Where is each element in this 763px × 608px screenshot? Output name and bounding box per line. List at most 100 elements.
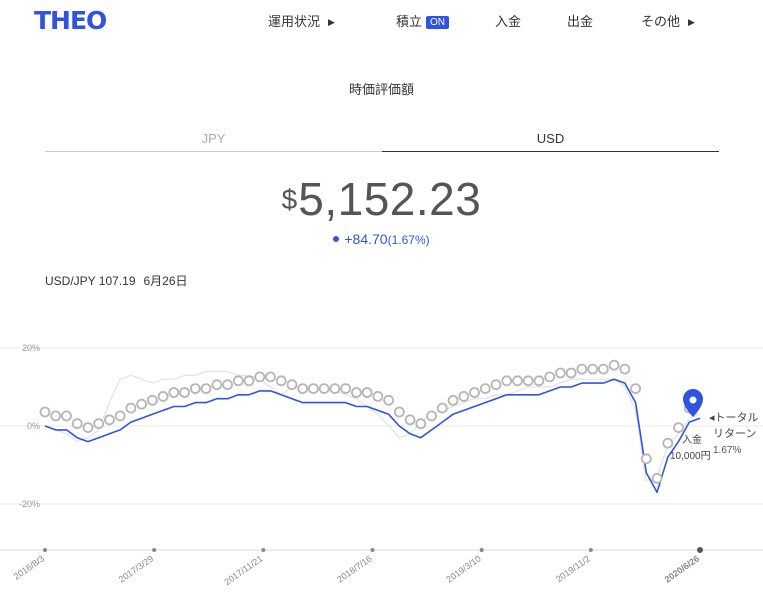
deposit-marker-icon[interactable] [297,383,309,394]
deposit-marker-icon[interactable] [211,379,223,391]
deposit-marker-icon[interactable] [576,363,588,375]
y-tick-label: 0% [27,421,40,431]
deposit-marker-icon[interactable] [275,375,287,387]
deposit-marker-icon[interactable] [104,414,115,426]
deposit-marker-icon[interactable] [189,383,201,394]
deposit-marker-icon[interactable] [597,363,609,375]
deposit-marker-icon[interactable] [50,410,62,422]
deposit-marker-icon[interactable] [61,410,72,422]
performance-chart[interactable]: 20% 0% -20% 2016/8/3 2017/3/29 2017/11/21 201… [0,330,763,608]
deposit-marker-icon[interactable] [179,387,190,398]
x-tick-label: 2016/8/3 [12,553,46,581]
nav-portfolio[interactable]: 運用状況 ▶ [268,11,335,30]
deposit-marker-icon[interactable] [426,410,437,422]
deposit-marker-icon[interactable] [329,383,341,394]
x-tick-label: 2020/6/26 [663,553,702,584]
deposit-marker-icon[interactable] [404,414,416,426]
deposit-marker-icon[interactable] [383,394,395,406]
deposit-marker-icon[interactable] [479,383,491,394]
deposit-marker-icon[interactable] [608,359,620,371]
dot-icon [333,236,340,242]
deposit-marker-icon[interactable] [286,379,298,391]
x-tick-dot [588,548,593,552]
caret-right-icon: ▶ [688,17,695,27]
deposit-marker-icon[interactable] [232,375,244,387]
deposit-marker-icon[interactable] [458,391,470,402]
nav-withdraw[interactable]: 出金 [567,11,593,30]
deposit-marker-icon[interactable] [114,410,126,422]
deposit-marker-icon[interactable] [587,363,599,375]
deposit-marker-icon[interactable] [243,375,255,387]
x-tick-dot [479,548,484,552]
deposit-marker-icon[interactable] [673,422,684,433]
caret-right-icon: ▶ [328,17,335,27]
deposit-marker-icon[interactable] [340,383,352,394]
deposit-marker-icon[interactable] [372,391,384,402]
deposit-marker-icon[interactable] [415,418,427,430]
deposit-marker-icon[interactable] [469,387,480,398]
total-return-value: 1.67% [713,445,741,456]
deposit-marker-icon[interactable] [157,391,169,402]
deposit-marker-icon[interactable] [555,367,566,379]
currency-tabs: JPY USD [45,128,719,152]
valuation-amount: $5,152.23 [0,172,763,226]
deposit-marker-icon[interactable] [39,406,51,418]
x-tick-label: 2017/3/29 [117,553,156,584]
tab-jpy[interactable]: JPY [45,128,382,152]
deposit-marker-icon[interactable] [200,383,212,394]
deposit-marker-icon[interactable] [361,387,373,398]
deposit-marker-icon[interactable] [436,402,448,414]
deposit-marker-icon[interactable] [630,383,641,394]
nav-tsumitate[interactable]: 積立 ON [396,11,450,30]
deposit-marker-icon[interactable] [619,363,631,375]
deposit-marker-icon[interactable] [71,418,83,430]
change-value: +84.70 [344,231,388,247]
deposit-marker-icon[interactable] [350,387,362,398]
status-badge: ON [426,16,450,29]
deposit-marker-icon[interactable] [393,406,405,418]
deposit-marker-icon[interactable] [565,367,577,379]
x-tick-label: 2019/3/10 [444,553,483,584]
x-tick-dot [370,548,375,552]
deposit-marker-icon[interactable] [125,402,137,414]
fx-pair-rate: USD/JPY 107.19 [45,274,136,288]
y-tick-label: -20% [19,499,40,509]
nav-other-label: その他 [641,14,681,29]
deposit-value: 10,000円 [670,451,711,462]
deposit-marker-icon[interactable] [490,379,502,391]
deposit-marker-icon[interactable] [136,398,148,410]
deposit-marker-icon[interactable] [544,371,556,383]
deposit-marker-icon[interactable] [533,375,545,387]
x-tick-dot [697,547,703,553]
nav-deposit[interactable]: 入金 [495,11,521,30]
tab-usd[interactable]: USD [382,128,719,152]
y-tick-label: 20% [22,343,40,353]
deposit-marker-icon[interactable] [640,453,652,465]
x-tick-dot [261,548,266,552]
deposit-marker-icon[interactable] [318,383,330,394]
deposit-marker-icon[interactable] [662,437,674,449]
deposit-marker-icon[interactable] [93,418,105,430]
total-return-label-2: リターン [713,427,756,440]
deposit-marker-icon[interactable] [651,472,663,484]
nav-other[interactable]: その他 ▶ [641,11,695,30]
deposit-marker-icon[interactable] [512,375,523,387]
x-tick-label: 2019/11/2 [554,553,592,584]
currency-symbol: $ [281,184,298,215]
deposit-marker-icon[interactable] [447,394,459,406]
deposit-marker-icon[interactable] [522,375,534,387]
deposit-marker-icon[interactable] [222,379,233,391]
nav-portfolio-label: 運用状況 [268,14,321,29]
theo-logo[interactable]: THEO [34,6,107,35]
deposit-marker-icon[interactable] [265,371,276,383]
valuation-number: 5,152.23 [298,173,482,225]
deposit-marker-icon[interactable] [501,375,513,387]
deposit-marker-icon[interactable] [146,394,158,406]
deposit-marker-icon[interactable] [82,422,94,433]
deposit-marker-icon[interactable] [308,383,319,394]
deposit-marker-icon[interactable] [168,387,180,398]
nav-tsumitate-label: 積立 [396,14,423,29]
x-tick-label: 2018/7/16 [335,553,374,584]
page-title: 時価評価額 [348,82,414,97]
deposit-marker-icon[interactable] [254,371,266,383]
